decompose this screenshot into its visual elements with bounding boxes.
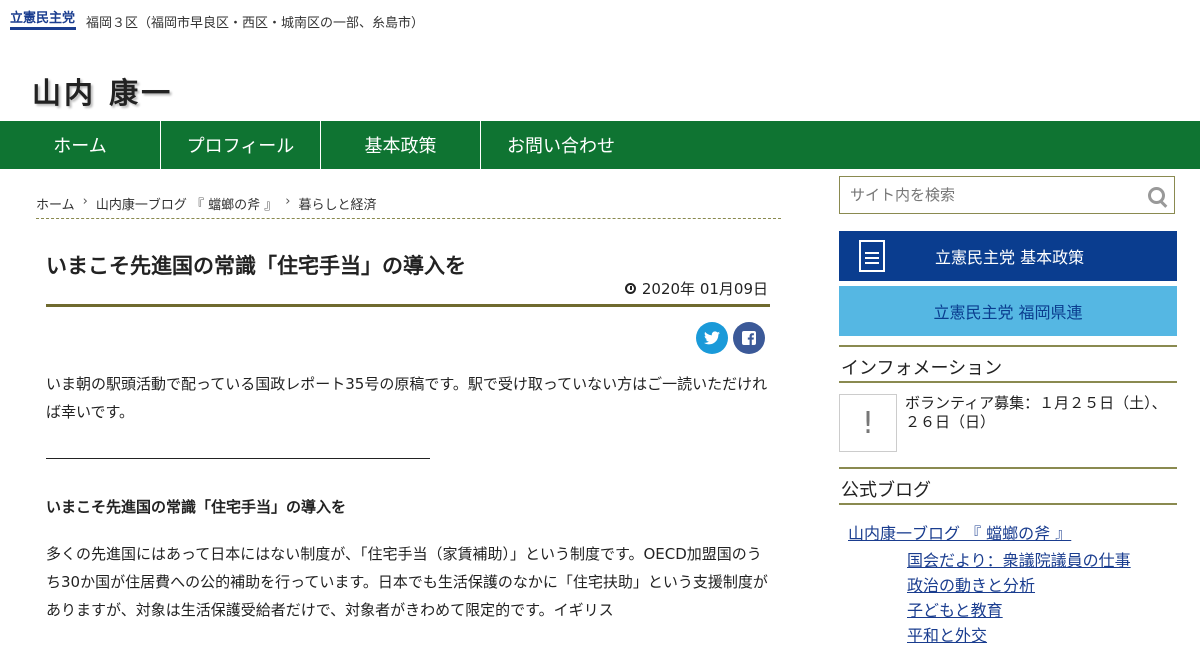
article-title: いまこそ先進国の常識「住宅手当」の導入を	[46, 254, 466, 278]
article-body: 多くの先進国にはあって日本にはない制度が、「住宅手当（家賃補助）」という制度です…	[46, 545, 768, 619]
share-buttons	[696, 322, 770, 354]
twitter-icon	[704, 331, 720, 345]
blog-heading: 公式ブログ	[839, 467, 1177, 505]
breadcrumb-home[interactable]: ホーム	[36, 194, 75, 213]
main-nav: ホーム プロフィール 基本政策 お問い合わせ	[0, 121, 1200, 169]
facebook-share-button[interactable]	[733, 322, 765, 354]
site-search	[839, 176, 1175, 214]
blog-category-link[interactable]: 政治の動きと分析	[907, 573, 1131, 598]
post-date: 2020年 01月09日	[624, 278, 768, 299]
title-divider	[46, 304, 770, 307]
content-divider	[46, 458, 430, 459]
facebook-icon	[742, 331, 756, 345]
nav-profile[interactable]: プロフィール	[161, 121, 321, 169]
article-subheading: いまこそ先進国の常識「住宅手当」の導入を	[46, 498, 347, 516]
district-label: 福岡３区（福岡市早良区・西区・城南区の一部、糸島市）	[86, 15, 425, 31]
policy-banner-label: 立憲民主党 基本政策	[935, 248, 1085, 267]
blog-category-list: 国会だより：衆議院議員の仕事 政治の動きと分析 子どもと教育 平和と外交	[907, 548, 1131, 648]
search-icon[interactable]	[1144, 178, 1174, 212]
document-icon	[859, 240, 885, 272]
policy-banner[interactable]: 立憲民主党 基本政策	[839, 231, 1177, 281]
top-bar: 立憲民主党 福岡３区（福岡市早良区・西区・城南区の一部、糸島市）	[10, 10, 424, 32]
info-item-link[interactable]: ボランティア募集：１月２５日（土）、２６日（日）	[905, 394, 1175, 432]
twitter-share-button[interactable]	[696, 322, 728, 354]
breadcrumb-category[interactable]: 暮らしと経済	[298, 194, 376, 213]
blog-category-link[interactable]: 平和と外交	[907, 623, 1131, 648]
fukuoka-banner[interactable]: 立憲民主党 福岡県連	[839, 286, 1177, 336]
site-title[interactable]: 山内 康一	[32, 70, 173, 112]
party-logo-text: 立憲民主党	[10, 11, 76, 26]
blog-root-link[interactable]: 山内康一ブログ 『 蟷螂の斧 』	[848, 520, 1071, 544]
party-logo-underline	[10, 27, 76, 30]
blog-category-link[interactable]: 国会だより：衆議院議員の仕事	[907, 548, 1131, 573]
breadcrumb-chevron-icon: ›	[285, 194, 291, 209]
nav-home[interactable]: ホーム	[0, 121, 161, 169]
party-logo[interactable]: 立憲民主党	[10, 12, 76, 30]
nav-contact[interactable]: お問い合わせ	[481, 121, 641, 169]
nav-policy[interactable]: 基本政策	[321, 121, 481, 169]
post-date-text: 2020年 01月09日	[641, 280, 768, 298]
exclamation-icon: !	[861, 405, 875, 441]
breadcrumb-blog[interactable]: 山内康一ブログ 『 蟷螂の斧 』	[96, 194, 277, 213]
breadcrumb-chevron-icon: ›	[82, 194, 88, 209]
info-thumbnail[interactable]: !	[839, 394, 897, 452]
search-input[interactable]	[840, 178, 1144, 212]
breadcrumb: ホーム › 山内康一ブログ 『 蟷螂の斧 』 › 暮らしと経済	[36, 194, 781, 219]
article-intro: いま朝の駅頭活動で配っている国政レポート35号の原稿です。駅で受け取っていない方…	[46, 375, 768, 421]
fukuoka-banner-label: 立憲民主党 福岡県連	[933, 303, 1083, 322]
clock-icon	[624, 283, 636, 294]
info-heading: インフォメーション	[839, 345, 1177, 383]
blog-category-link[interactable]: 子どもと教育	[907, 598, 1131, 623]
